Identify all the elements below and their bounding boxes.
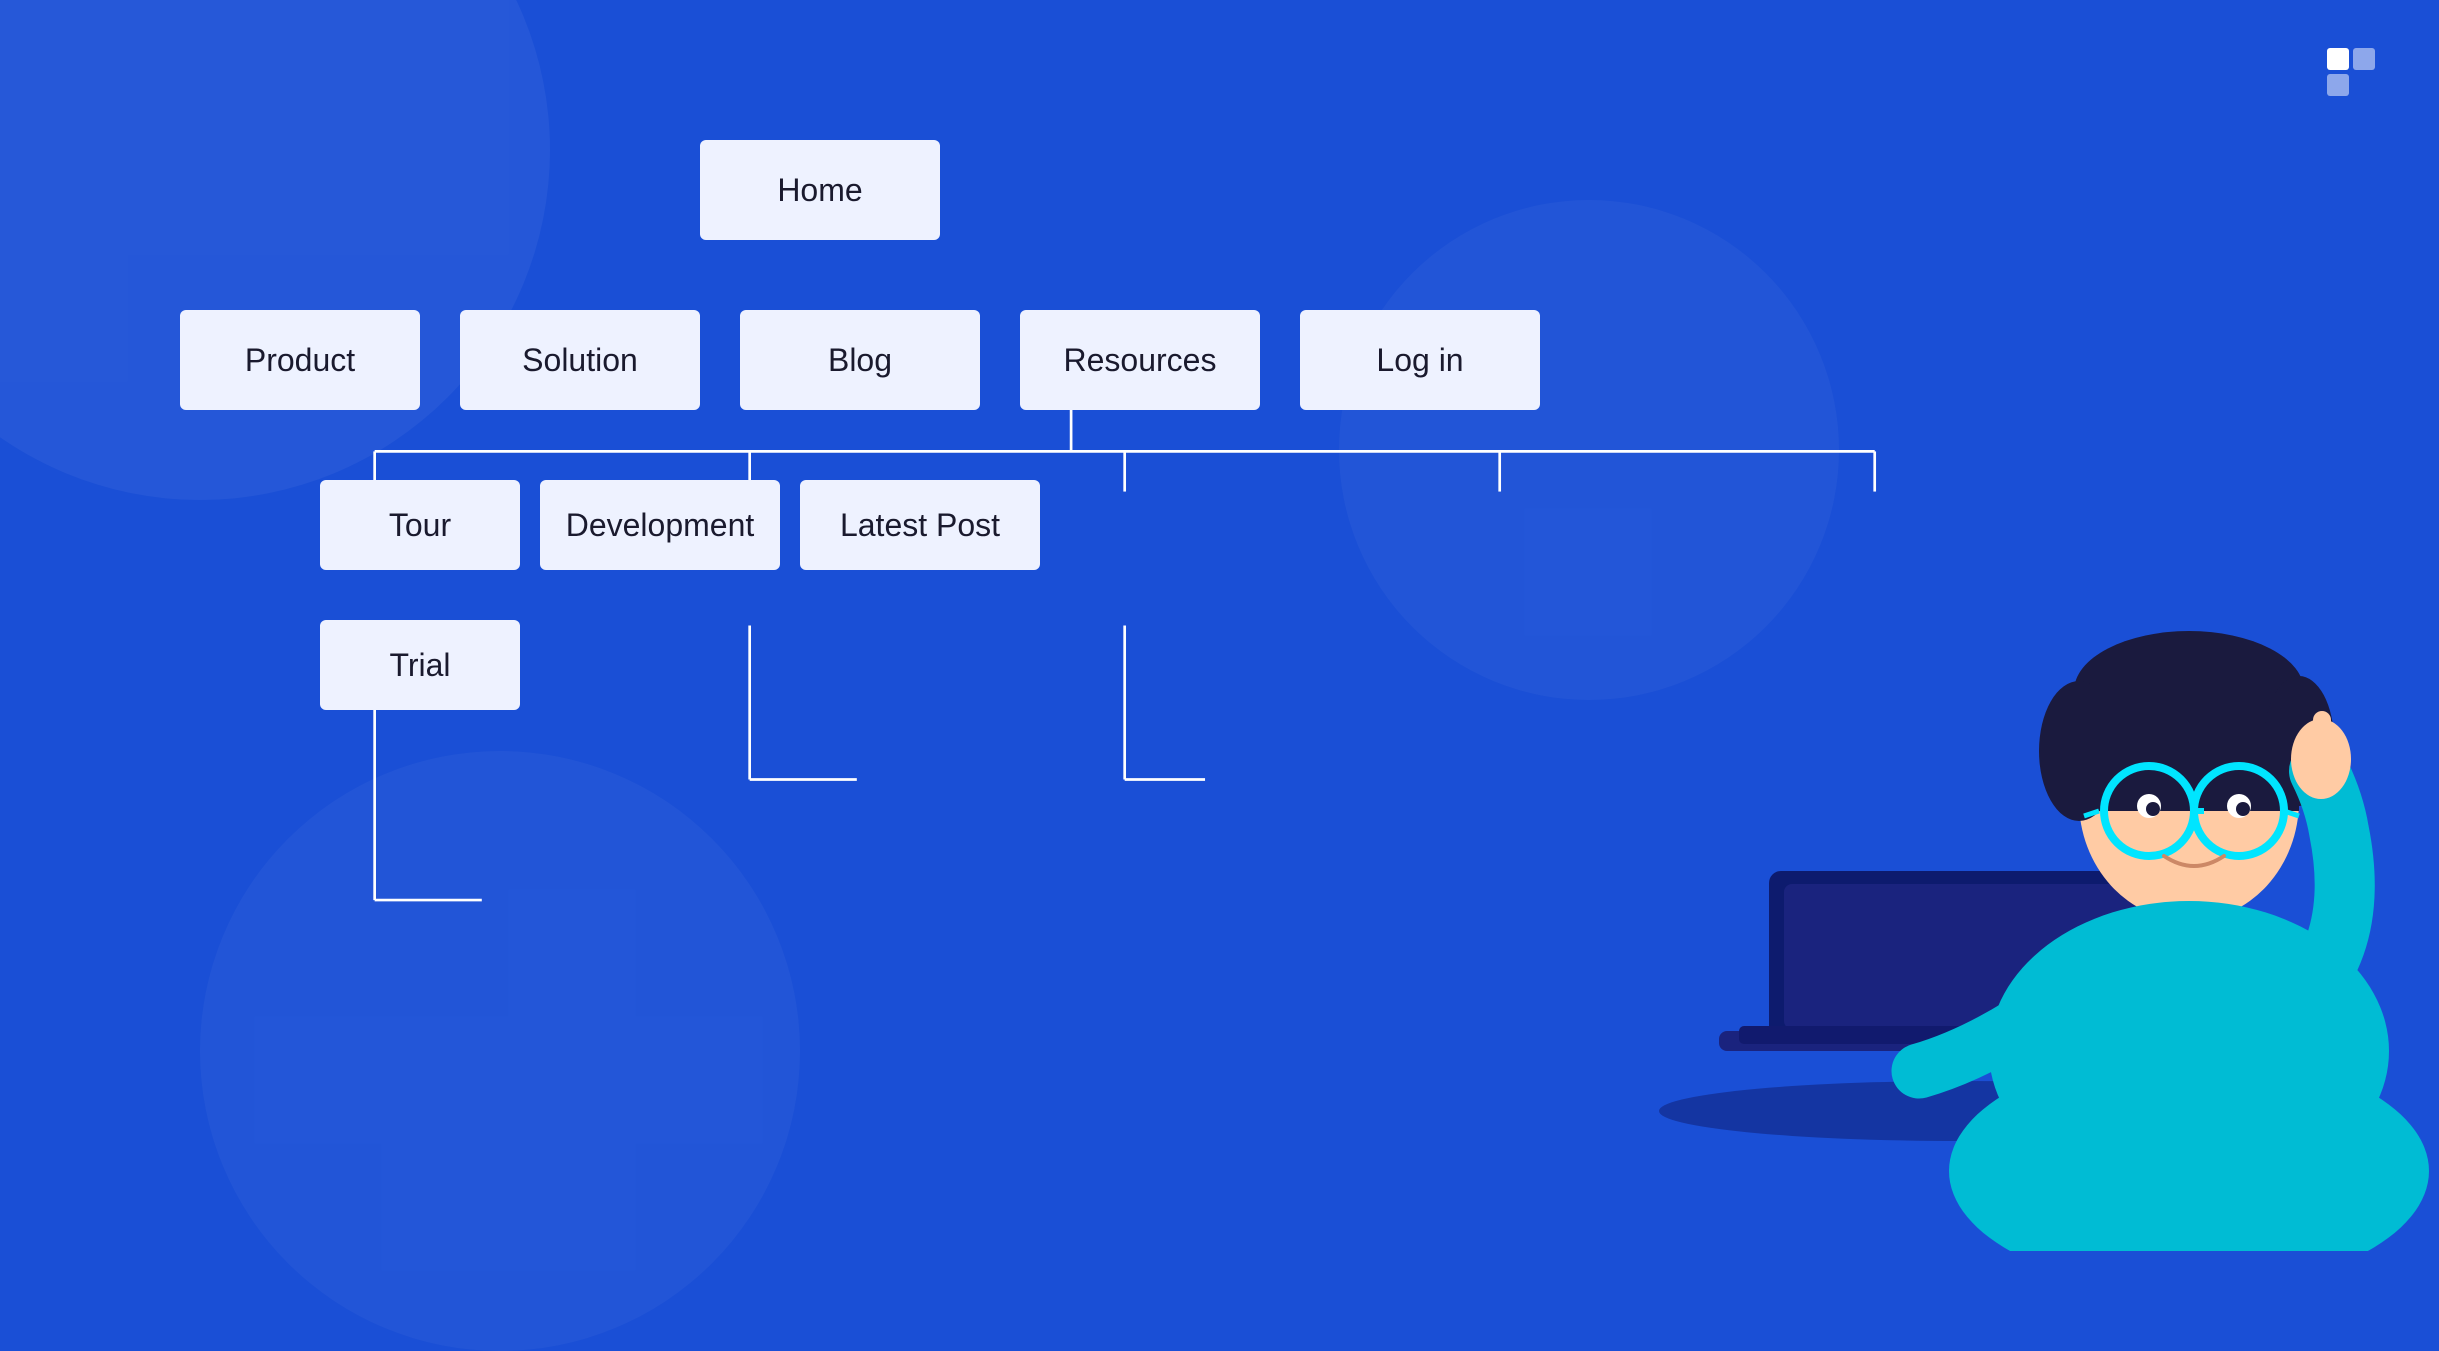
node-trial: Trial [320, 620, 520, 710]
node-tour: Tour [320, 480, 520, 570]
node-home: Home [700, 140, 940, 240]
node-login: Log in [1300, 310, 1540, 410]
node-resources: Resources [1020, 310, 1260, 410]
node-solution: Solution [460, 310, 700, 410]
character-illustration [1539, 351, 2439, 1251]
node-latest-post: Latest Post [800, 480, 1040, 570]
logo [2319, 40, 2379, 100]
node-blog: Blog [740, 310, 980, 410]
node-development: Development [540, 480, 780, 570]
node-product: Product [180, 310, 420, 410]
